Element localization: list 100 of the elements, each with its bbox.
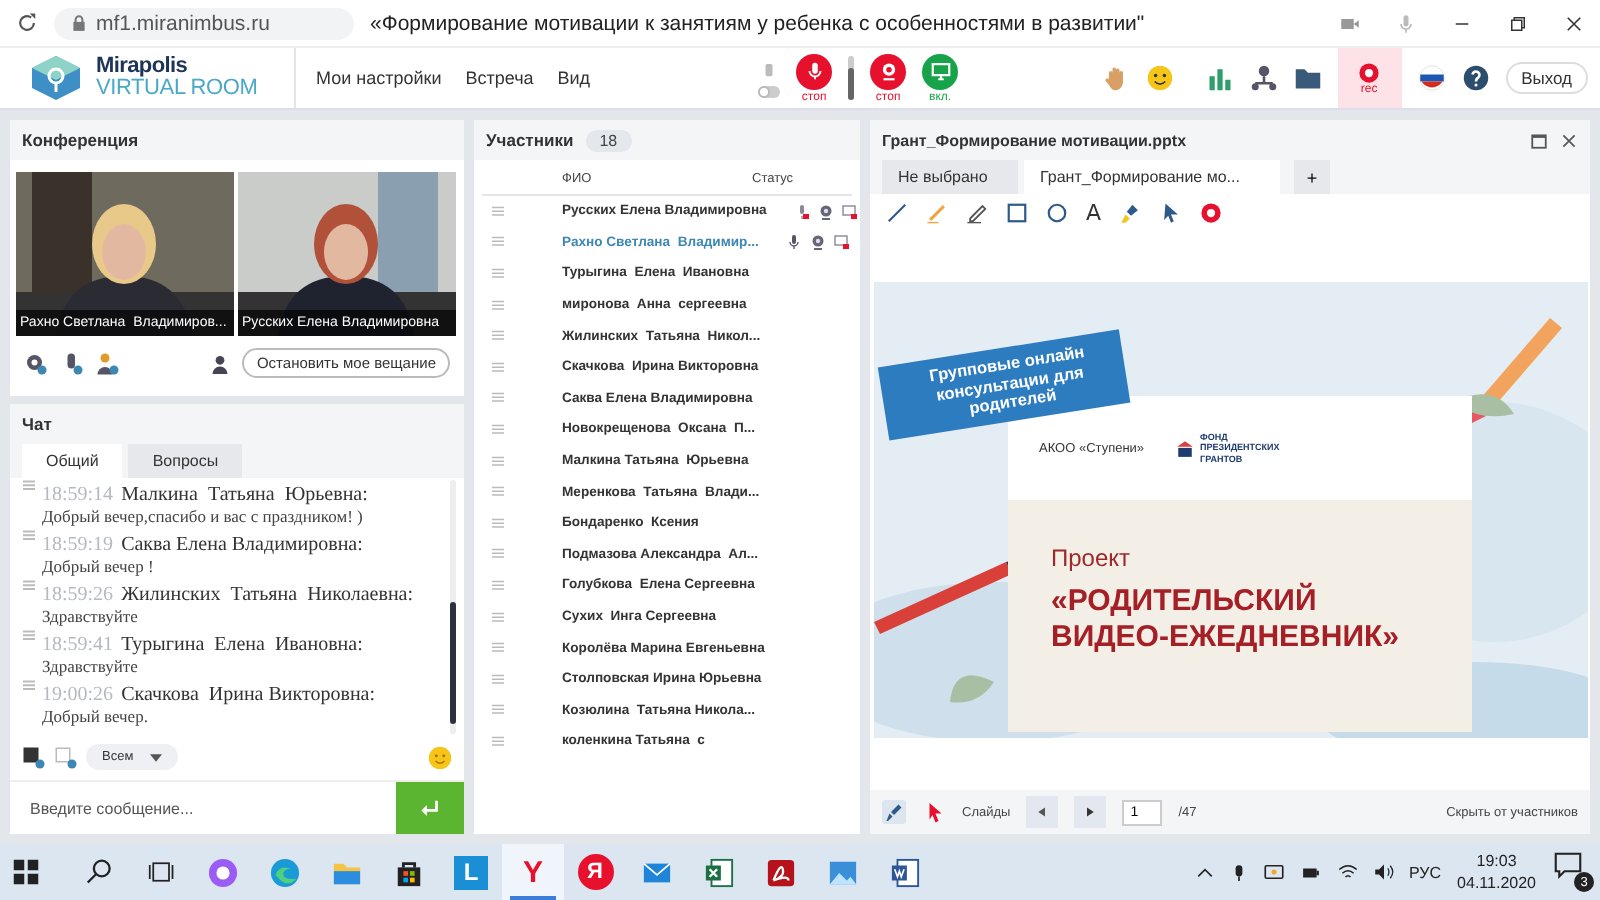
paint-brush-icon[interactable] xyxy=(1119,201,1142,223)
monitor-icon[interactable] xyxy=(1263,862,1284,882)
restore-icon[interactable] xyxy=(1508,13,1528,33)
russian-flag-icon[interactable] xyxy=(1417,64,1446,92)
drag-handle-icon[interactable] xyxy=(490,205,506,218)
message-text: Здравствуйте xyxy=(42,656,140,678)
circle-icon[interactable] xyxy=(1046,201,1068,223)
taskbar-app[interactable]: Y xyxy=(502,844,564,900)
close-icon[interactable] xyxy=(1560,131,1578,149)
drag-handle-icon[interactable] xyxy=(490,642,506,655)
folder-icon[interactable] xyxy=(1293,64,1322,92)
drag-handle-icon[interactable] xyxy=(490,236,506,249)
maximize-icon[interactable] xyxy=(1530,131,1548,149)
panel-title: Участники xyxy=(486,130,574,150)
drag-handle-icon[interactable] xyxy=(490,704,506,717)
drag-handle-icon[interactable] xyxy=(490,486,506,499)
clock-time[interactable]: 19:03 xyxy=(1476,850,1517,872)
message-author: Турыгина Елена Ивановна: xyxy=(121,634,363,656)
menu-item[interactable]: Мои настройки xyxy=(316,68,442,88)
drag-handle-icon[interactable] xyxy=(490,455,506,468)
document-icon[interactable] xyxy=(890,857,920,887)
network-icon[interactable] xyxy=(1249,64,1278,92)
toggle-switch[interactable] xyxy=(758,85,781,97)
pdf-icon[interactable] xyxy=(766,857,796,887)
previous-button[interactable] xyxy=(1026,796,1059,828)
drag-handle-icon[interactable] xyxy=(490,611,506,624)
message-time: 18:59:26 xyxy=(42,584,114,606)
drag-handle-icon[interactable] xyxy=(490,267,506,280)
scrollbar[interactable] xyxy=(450,480,456,734)
voice-assistant-icon[interactable] xyxy=(208,857,238,887)
next-button[interactable] xyxy=(1074,796,1107,828)
message-time: 18:59:41 xyxy=(42,634,114,656)
pencil-icon[interactable] xyxy=(966,201,988,223)
rectangle-icon[interactable] xyxy=(1006,201,1028,223)
url-field[interactable]: mf1.miranimbus.ru xyxy=(54,7,354,39)
drag-handle-icon[interactable] xyxy=(490,361,506,374)
image-icon[interactable] xyxy=(828,857,858,887)
drag-handle-icon[interactable] xyxy=(490,673,506,686)
clock-date[interactable]: 04.11.2020 xyxy=(1457,872,1536,894)
drag-handle-icon[interactable] xyxy=(490,299,506,312)
exit-button[interactable]: Выход xyxy=(1505,62,1588,94)
chat-tab[interactable]: Общий xyxy=(22,444,123,478)
logo-icon xyxy=(28,54,84,102)
menu-lines-icon xyxy=(22,530,36,542)
message-text: Добрый вечер,спасибо и вас с праздником! ) xyxy=(42,506,365,528)
windows-start-icon[interactable] xyxy=(12,858,40,886)
drag-handle-icon[interactable] xyxy=(490,735,506,748)
task-view-icon[interactable] xyxy=(147,858,175,886)
drag-handle-icon[interactable] xyxy=(490,330,506,343)
taskbar-app[interactable]: L xyxy=(454,855,488,889)
menu-lines-icon xyxy=(22,680,36,692)
message-author: Малкина Татьяна Юрьевна: xyxy=(121,484,368,506)
help-icon[interactable] xyxy=(1461,64,1490,92)
menu-lines-icon xyxy=(22,630,36,642)
user-icon xyxy=(210,353,231,373)
clear-icon[interactable] xyxy=(1199,201,1222,223)
message-time: 18:59:14 xyxy=(42,484,114,506)
text-tool[interactable]: A xyxy=(1086,201,1102,223)
taskbar-app[interactable]: Я xyxy=(564,844,626,900)
drag-handle-icon[interactable] xyxy=(490,392,506,405)
drag-handle-icon[interactable] xyxy=(490,423,506,436)
bar-chart-icon[interactable] xyxy=(1205,64,1234,92)
background-color-icon[interactable] xyxy=(54,745,78,769)
document-tab[interactable]: Грант_Формирование мо... xyxy=(1024,160,1280,194)
volume-slider[interactable] xyxy=(848,56,855,100)
text-color-icon[interactable] xyxy=(22,745,46,769)
smiley-icon[interactable] xyxy=(1145,64,1174,92)
notification-icon[interactable] xyxy=(1552,852,1584,880)
left-triangle-icon xyxy=(1036,806,1049,818)
microphone-icon xyxy=(1396,13,1416,33)
speaker-icon[interactable] xyxy=(1373,862,1394,882)
chat-tab[interactable]: Вопросы xyxy=(128,444,243,478)
brush-icon[interactable] xyxy=(882,800,906,824)
envelope-icon[interactable] xyxy=(642,857,672,887)
line-tool-icon[interactable] xyxy=(886,201,908,223)
drag-handle-icon[interactable] xyxy=(490,579,506,592)
battery-icon[interactable] xyxy=(1299,863,1322,881)
spreadsheet-icon[interactable] xyxy=(704,857,734,887)
drag-handle-icon[interactable] xyxy=(490,548,506,561)
menu-item[interactable]: Вид xyxy=(557,68,591,88)
menu-lines-icon xyxy=(22,580,36,592)
message-author: Саква Елена Владимировна: xyxy=(121,534,363,556)
language-indicator[interactable]: РУС xyxy=(1409,863,1442,881)
person-icon[interactable] xyxy=(96,351,120,375)
cursor-icon[interactable] xyxy=(1159,201,1182,223)
right-triangle-icon xyxy=(1084,806,1097,818)
webcam-icon[interactable] xyxy=(24,351,48,375)
shopping-bag-icon[interactable] xyxy=(394,857,424,887)
add-tab-button[interactable]: + xyxy=(1294,160,1330,194)
search-icon[interactable] xyxy=(85,858,113,886)
menu-item[interactable]: Встреча xyxy=(465,68,534,88)
emoji-icon[interactable] xyxy=(428,745,452,769)
chevron-up-icon[interactable] xyxy=(1195,863,1214,881)
message-text: Добрый вечер ! xyxy=(42,556,156,578)
close-icon[interactable] xyxy=(1564,13,1584,33)
wifi-icon[interactable] xyxy=(1337,862,1358,882)
document-tab[interactable]: Не выбрано xyxy=(882,160,1018,194)
slide-subtitle: Проект xyxy=(1049,542,1133,572)
drag-handle-icon[interactable] xyxy=(490,517,506,530)
reload-icon[interactable] xyxy=(16,12,38,34)
